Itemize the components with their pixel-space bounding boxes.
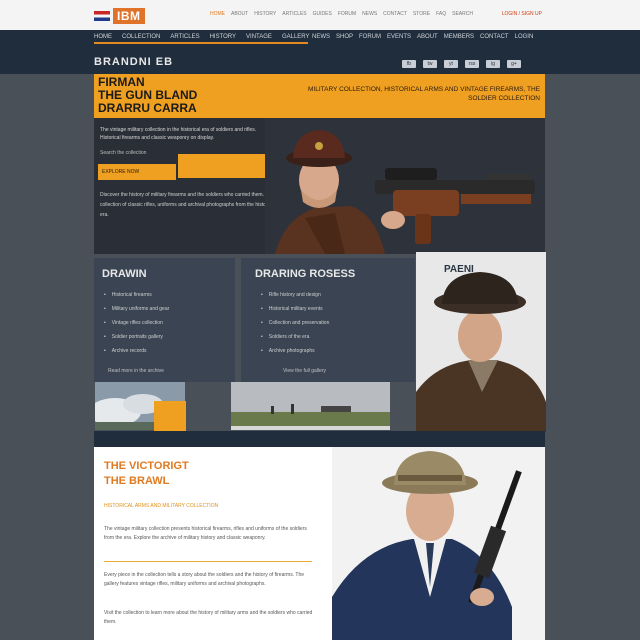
panel-footer-link[interactable]: View the full gallery [283,368,326,374]
hero-banner: FIRMAN THE GUN BLAND DRARRU CARRA MILITA… [94,74,545,118]
nav-item[interactable]: LOGIN [515,34,534,40]
util-link[interactable]: CONTACT [383,11,407,17]
util-link[interactable]: ABOUT [231,11,248,17]
panel-list: Rifle history and design Historical mili… [261,288,330,358]
nav-item[interactable]: ABOUT [417,34,438,40]
nav-item[interactable]: SHOP [336,34,353,40]
list-item[interactable]: Vintage rifles collection [104,316,169,330]
nav-item[interactable]: VINTAGE [246,34,272,40]
nav-active-underline [94,42,308,44]
util-link[interactable]: STORE [413,11,430,17]
util-link[interactable]: HOME [210,11,225,17]
field-thumbnail [231,382,390,430]
info-panel-middle: DRARING ROSESS Rifle history and design … [241,258,415,382]
flag-icon [94,11,110,21]
thumbnail-action-button[interactable] [154,401,186,431]
list-item[interactable]: Historical military events [261,302,329,316]
util-link[interactable]: ARTICLES [282,11,306,17]
nav-item[interactable]: NEWS [312,34,330,40]
nav-item[interactable]: MEMBERS [444,34,474,40]
article-subtitle: HISTORICAL ARMS AND MILITARY COLLECTION [104,503,219,509]
hero-description: The vintage military collection in the h… [100,127,257,141]
section-divider [94,431,545,447]
nav-primary: HOME COLLECTION ARTICLES HISTORY VINTAGE… [94,34,310,40]
nav-item[interactable]: COLLECTION [122,34,160,40]
login-link[interactable]: LOGIN / SIGN UP [502,11,542,17]
feature-article: THE VICTORIGT THE BRAWL HISTORICAL ARMS … [94,447,545,640]
explore-button[interactable]: EXPLORE NOW [98,164,176,180]
list-item[interactable]: Archive records [104,344,169,358]
top-utility-bar: IBM HOME ABOUT HISTORY ARTICLES GUIDES F… [0,0,640,31]
soldier-portrait-image [416,272,546,432]
nav-item[interactable]: HOME [94,34,112,40]
site-logo[interactable]: IBM [113,8,145,24]
main-navbar: HOME COLLECTION ARTICLES HISTORY VINTAGE… [0,30,640,74]
nav-item[interactable]: FORUM [359,34,381,40]
utility-links: HOME ABOUT HISTORY ARTICLES GUIDES FORUM… [210,11,473,17]
info-panel-left: DRAWIN Historical firearms Military unif… [94,258,235,382]
list-item[interactable]: Soldiers of the era [261,330,329,344]
util-link[interactable]: GUIDES [313,11,332,17]
list-item[interactable]: Collection and preservation [261,316,330,330]
list-item[interactable]: Historical firearms [104,288,169,302]
hero-title: FIRMAN THE GUN BLAND DRARRU CARRA [98,75,198,115]
article-paragraph: The vintage military collection presents… [104,526,307,541]
article-paragraph: Every piece in the collection tells a st… [104,572,305,587]
google-plus-icon[interactable]: g+ [507,60,521,68]
hero-soldier-image [265,118,545,254]
nav-secondary: NEWS SHOP FORUM EVENTS ABOUT MEMBERS CON… [312,34,533,40]
list-item[interactable]: Archive photographs [261,344,329,358]
hero-section: FIRMAN THE GUN BLAND DRARRU CARRA MILITA… [94,74,545,254]
panel-list: Historical firearms Military uniforms an… [104,288,170,358]
nav-item[interactable]: CONTACT [480,34,509,40]
twitter-icon[interactable]: tw [423,60,437,68]
util-link[interactable]: SEARCH [452,11,473,17]
agent-portrait [332,447,545,640]
rss-icon[interactable]: rss [465,60,479,68]
nav-item[interactable]: ARTICLES [170,34,199,40]
list-item[interactable]: Rifle history and design [261,288,329,302]
nav-item[interactable]: GALLERY [282,34,310,40]
panel-title: DRAWIN [102,268,147,280]
list-item[interactable]: Soldier portraits gallery [104,330,169,344]
hero-tagline: MILITARY COLLECTION, HISTORICAL ARMS AND… [308,86,541,102]
brand-subtitle: BRANDNI EB [94,56,174,68]
panel-title: DRARING ROSESS [255,268,356,280]
list-item[interactable]: Military uniforms and gear [104,302,170,316]
nav-item[interactable]: EVENTS [387,34,411,40]
util-link[interactable]: NEWS [362,11,377,17]
agent-portrait-image [332,447,545,640]
article-divider [104,561,312,562]
youtube-icon[interactable]: yt [444,60,458,68]
instagram-icon[interactable]: ig [486,60,500,68]
util-link[interactable]: HISTORY [254,11,276,17]
nav-item[interactable]: HISTORY [210,34,236,40]
soldier-portrait: PAENI [416,252,546,432]
util-link[interactable]: FAQ [436,11,446,17]
search-label: Search the collection [100,150,147,156]
util-link[interactable]: FORUM [338,11,356,17]
article-paragraph: Visit the collection to learn more about… [104,610,313,625]
hero-description-2: Discover the history of military firearm… [100,192,276,218]
facebook-icon[interactable]: fb [402,60,416,68]
social-icons: fb tw yt rss ig g+ [402,60,521,68]
panel-footer-link[interactable]: Read more in the archive [108,368,164,374]
article-title: THE VICTORIGT THE BRAWL [104,460,189,487]
